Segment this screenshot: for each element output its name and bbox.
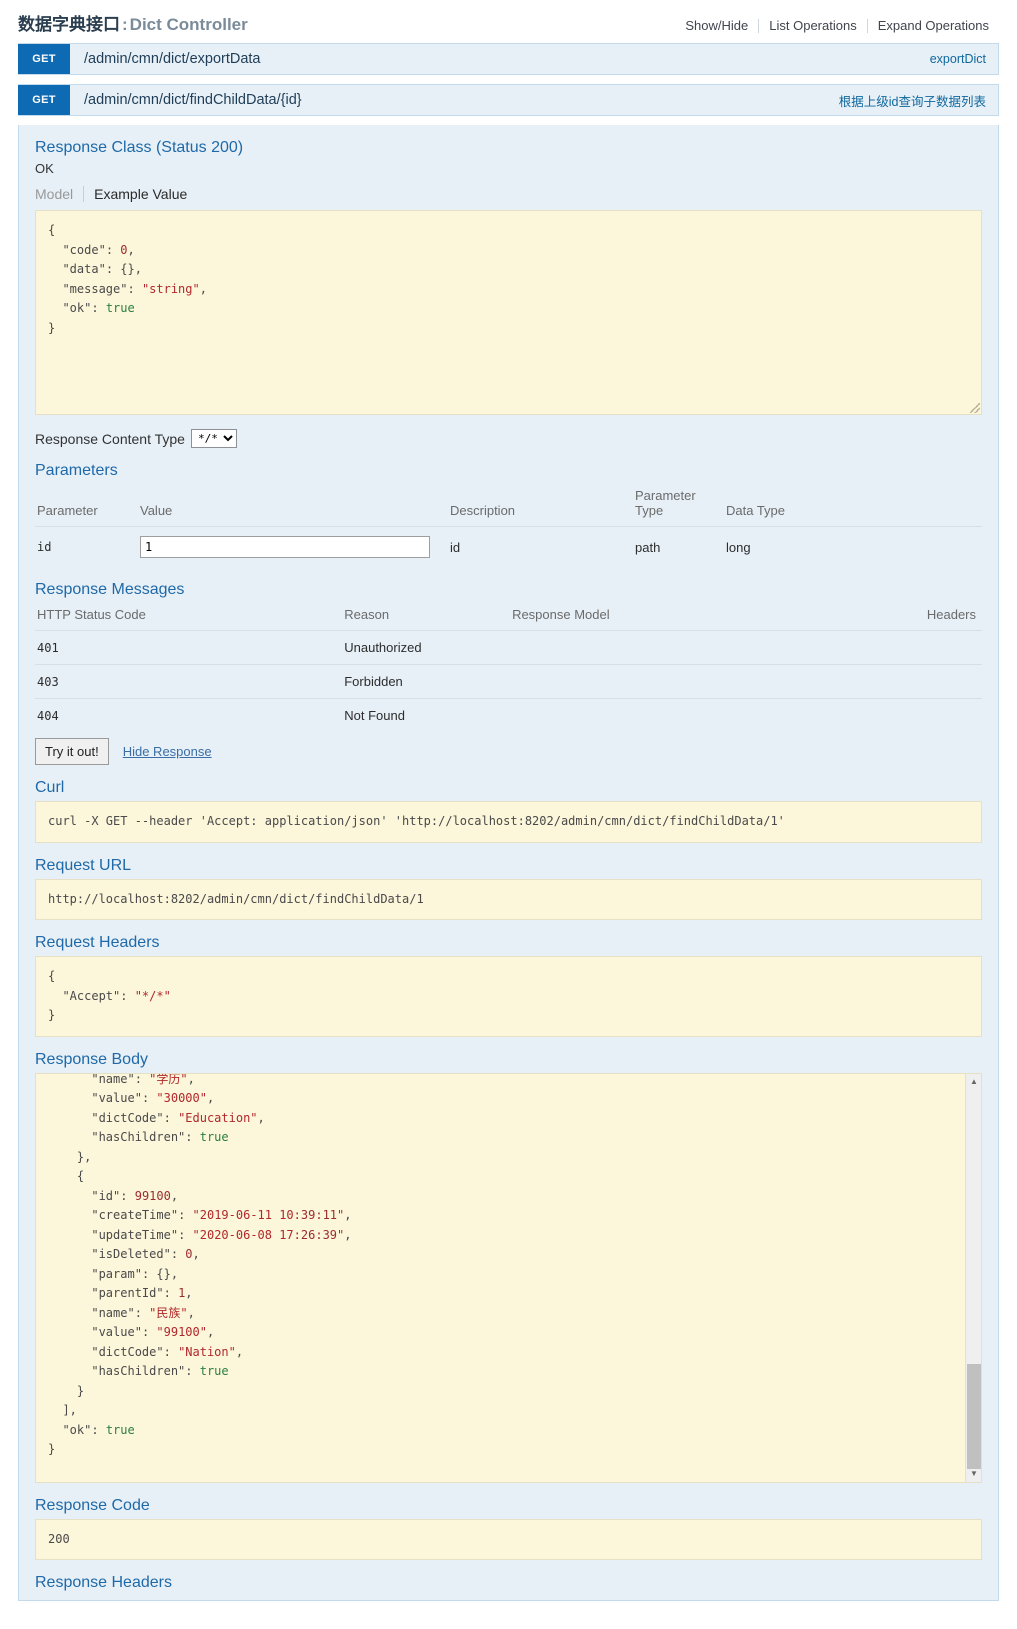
resource-title-separator: :	[122, 15, 128, 34]
col-http-status-code: HTTP Status Code	[37, 607, 146, 622]
status-code: 401	[35, 630, 343, 665]
response-content-type-row: Response Content Type */*	[35, 429, 982, 448]
http-method-badge: GET	[18, 85, 70, 115]
col-response-model: Response Model	[512, 607, 610, 622]
scroll-up-arrow-icon[interactable]: ▲	[966, 1074, 981, 1090]
http-method-badge: GET	[18, 44, 70, 74]
col-parameter: Parameter	[37, 503, 98, 518]
param-type: path	[633, 526, 724, 567]
operation-details-panel: Response Class (Status 200) OK Model Exa…	[18, 125, 999, 1601]
status-model	[510, 698, 925, 732]
parameters-table: Parameter Value Description Parameter Ty…	[35, 484, 982, 567]
table-row: 401 Unauthorized	[35, 630, 982, 665]
status-code: 403	[35, 664, 343, 699]
table-row: id id path long	[35, 526, 982, 567]
param-name: id	[35, 526, 138, 567]
request-headers-code: { "Accept": "*/*" }	[35, 956, 982, 1037]
response-class-heading: Response Class (Status 200)	[35, 139, 244, 156]
hide-response-link[interactable]: Hide Response	[123, 744, 212, 759]
status-reason: Forbidden	[342, 664, 511, 699]
response-headers-heading: Response Headers	[35, 1574, 172, 1591]
try-it-out-button[interactable]: Try it out!	[35, 738, 109, 765]
response-body-heading: Response Body	[35, 1050, 148, 1068]
param-value-cell	[138, 526, 448, 567]
expand-operations-link[interactable]: Expand Operations	[868, 18, 999, 33]
param-description: id	[448, 526, 633, 567]
param-data-type: long	[724, 526, 982, 567]
response-content-type-label: Response Content Type	[35, 430, 185, 447]
swagger-ui-page: 数据字典接口 : Dict Controller Show/Hide List …	[0, 0, 1017, 1629]
response-code-value: 200	[35, 1518, 982, 1560]
parameters-header-row: Parameter Value Description Parameter Ty…	[35, 484, 982, 527]
endpoint-summary[interactable]: exportDict	[930, 44, 998, 74]
example-value-code: { "code": 0, "data": {}, "message": "str…	[35, 210, 982, 415]
endpoint-summary[interactable]: 根据上级id查询子数据列表	[839, 85, 998, 115]
response-messages-table: HTTP Status Code Reason Response Model H…	[35, 603, 982, 732]
status-reason: Unauthorized	[342, 630, 511, 665]
response-messages-header-row: HTTP Status Code Reason Response Model H…	[35, 603, 982, 631]
col-description: Description	[450, 503, 516, 518]
request-headers-heading: Request Headers	[35, 934, 160, 951]
show-hide-link[interactable]: Show/Hide	[675, 18, 758, 33]
param-id-input[interactable]	[140, 536, 430, 558]
response-class-status: OK	[35, 161, 54, 176]
status-headers	[924, 664, 982, 699]
col-data-type: Data Type	[726, 503, 786, 518]
request-url-heading: Request URL	[35, 856, 132, 874]
status-code: 404	[35, 698, 343, 732]
col-reason: Reason	[344, 607, 390, 622]
resize-grip[interactable]	[970, 403, 980, 413]
col-headers: Headers	[926, 607, 976, 622]
resource-header: 数据字典接口 : Dict Controller Show/Hide List …	[0, 0, 1017, 43]
response-body-box: "name": "学历", "value": "30000", "dictCod…	[35, 1072, 982, 1483]
table-row: 403 Forbidden	[35, 664, 982, 699]
col-parameter-type: Parameter Type	[635, 488, 696, 518]
resource-title-cn: 数据字典接口	[18, 15, 120, 34]
parameters-heading: Parameters	[35, 462, 118, 479]
endpoint-path[interactable]: /admin/cmn/dict/exportData	[70, 44, 930, 74]
endpoint-row-export-data[interactable]: GET /admin/cmn/dict/exportData exportDic…	[18, 43, 999, 75]
response-body-code: "name": "学历", "value": "30000", "dictCod…	[36, 1073, 981, 1472]
list-operations-link[interactable]: List Operations	[759, 18, 866, 33]
status-headers	[924, 630, 982, 665]
response-body-scrollbar[interactable]: ▲ ▼	[965, 1073, 981, 1482]
scroll-down-arrow-icon[interactable]: ▼	[966, 1466, 981, 1482]
resource-title-en: Dict Controller	[129, 15, 248, 34]
curl-command-code: curl -X GET --header 'Accept: applicatio…	[35, 801, 982, 843]
endpoint-row-find-child-data[interactable]: GET /admin/cmn/dict/findChildData/{id} 根…	[18, 84, 999, 116]
status-headers	[924, 698, 982, 732]
curl-heading: Curl	[35, 779, 65, 796]
response-messages-heading: Response Messages	[35, 581, 185, 598]
endpoint-path[interactable]: /admin/cmn/dict/findChildData/{id}	[70, 85, 839, 115]
tab-model[interactable]: Model	[35, 186, 83, 202]
status-model	[510, 664, 925, 699]
try-it-out-row: Try it out! Hide Response	[35, 738, 982, 765]
model-example-tabs: Model Example Value	[35, 186, 982, 202]
table-row: 404 Not Found	[35, 698, 982, 732]
response-code-heading: Response Code	[35, 1496, 150, 1514]
status-model	[510, 630, 925, 665]
scrollbar-thumb[interactable]	[967, 1363, 981, 1469]
example-value-box: { "code": 0, "data": {}, "message": "str…	[35, 210, 982, 415]
status-reason: Not Found	[342, 698, 511, 732]
col-value: Value	[140, 503, 173, 518]
request-url-code: http://localhost:8202/admin/cmn/dict/fin…	[35, 878, 982, 920]
resource-options: Show/Hide List Operations Expand Operati…	[675, 18, 999, 33]
tab-example-value[interactable]: Example Value	[84, 186, 197, 202]
response-content-type-select[interactable]: */*	[190, 429, 237, 448]
